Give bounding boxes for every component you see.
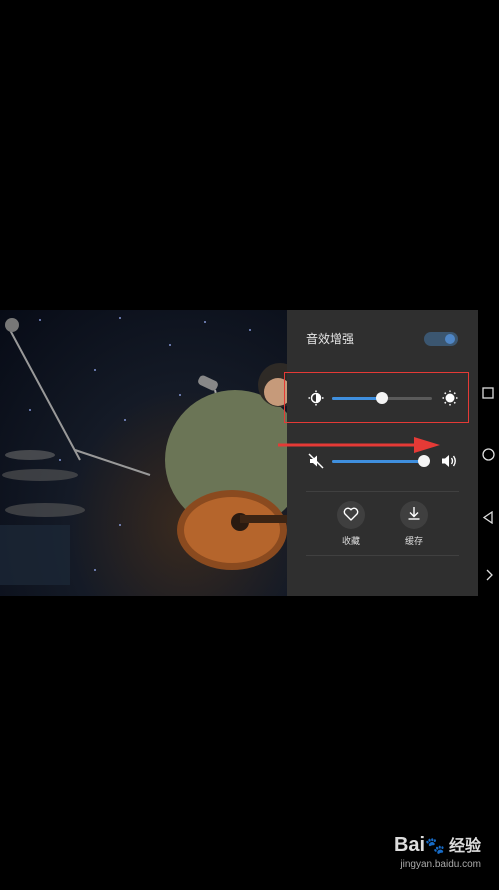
watermark-brand: Bai: [393, 834, 426, 856]
divider-bottom: [306, 555, 459, 556]
download-icon: [406, 505, 422, 525]
concert-scene-image: [0, 317, 287, 585]
watermark-url: jingyan.baidu.com: [400, 859, 481, 870]
cache-button[interactable]: [400, 501, 428, 529]
baidu-jingyan-watermark: Bai🐾 经验 jingyan.baidu.com: [394, 832, 481, 870]
volume-slider-fill: [332, 460, 424, 463]
back-icon[interactable]: [482, 509, 494, 528]
cache-action[interactable]: 缓存: [392, 501, 436, 547]
volume-slider[interactable]: [332, 455, 430, 467]
cache-label: 缓存: [404, 537, 423, 547]
brightness-highlight-box: [284, 372, 469, 423]
expand-icon[interactable]: [486, 566, 494, 585]
favorite-action[interactable]: 收藏: [329, 501, 373, 547]
volume-up-icon[interactable]: [441, 453, 457, 469]
paw-icon: 🐾: [425, 838, 445, 855]
sound-enhance-label: 音效增强: [306, 332, 355, 346]
watermark-brand-suffix: 经验: [448, 838, 481, 855]
system-navigation-bar: [478, 310, 499, 596]
favorite-button[interactable]: [337, 501, 365, 529]
video-player[interactable]: [0, 310, 287, 596]
sound-enhance-toggle[interactable]: [424, 332, 458, 346]
divider-top: [306, 491, 459, 492]
volume-slider-thumb[interactable]: [418, 455, 430, 467]
mute-icon[interactable]: [308, 453, 324, 469]
favorite-label: 收藏: [341, 537, 360, 547]
recent-apps-icon[interactable]: [482, 384, 494, 403]
heart-icon: [343, 506, 359, 525]
red-arrow-annotation: [278, 437, 440, 453]
home-icon[interactable]: [482, 446, 495, 465]
